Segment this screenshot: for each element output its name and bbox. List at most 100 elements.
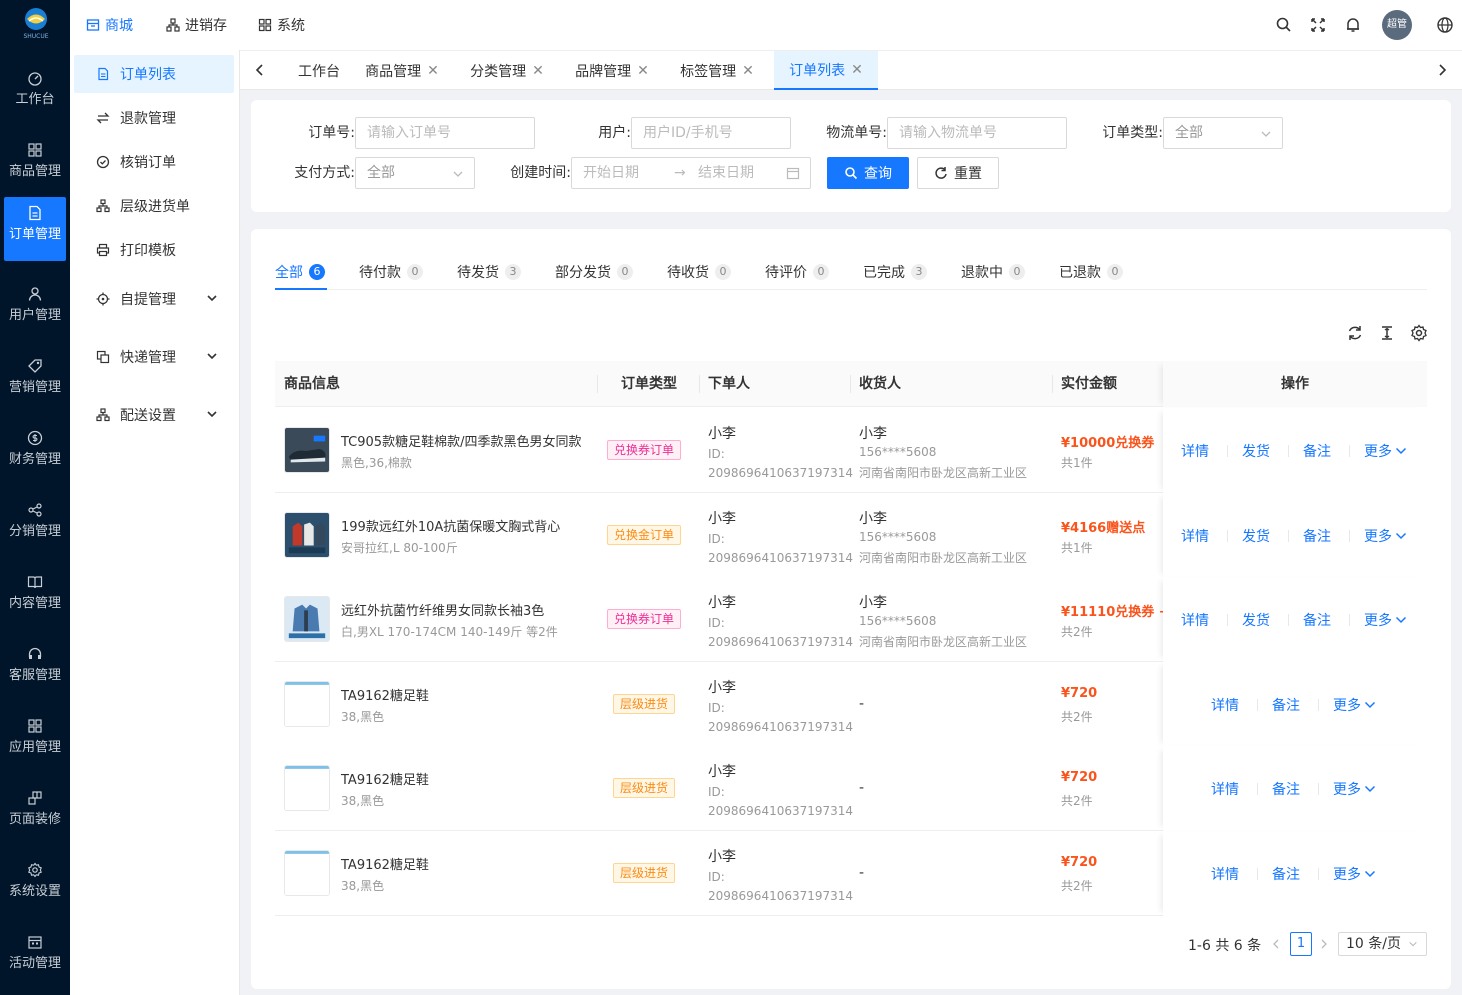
nav-item-13[interactable]: 活动管理	[4, 926, 66, 990]
pay-select[interactable]: 全部	[355, 157, 475, 189]
chevron-right-icon[interactable]	[1434, 62, 1450, 78]
status-tab-9[interactable]: 已退款 0	[1059, 257, 1123, 287]
status-tab-2[interactable]: 待付款 0	[359, 257, 423, 287]
remark-link[interactable]: 备注	[1303, 441, 1331, 461]
detail-link[interactable]: 详情	[1181, 610, 1209, 630]
product-thumbnail[interactable]	[284, 511, 330, 558]
detail-link[interactable]: 详情	[1181, 441, 1209, 461]
nav-item-6[interactable]: 财务管理	[4, 422, 66, 486]
more-link[interactable]: 更多	[1364, 610, 1407, 630]
nav-item-10[interactable]: 应用管理	[4, 710, 66, 774]
page-1-button[interactable]: 1	[1290, 932, 1312, 956]
close-icon[interactable]: ✕	[532, 63, 544, 79]
logistics-input[interactable]	[887, 117, 1067, 149]
prev-page-icon[interactable]	[1270, 937, 1282, 951]
more-link[interactable]: 更多	[1333, 779, 1376, 799]
tab-1[interactable]: 工作台	[284, 51, 354, 90]
nav-item-5[interactable]: 营销管理	[4, 350, 66, 414]
fullscreen-icon[interactable]	[1309, 16, 1327, 34]
end-date-input[interactable]: 结束日期	[698, 158, 754, 188]
order-no-input[interactable]	[355, 117, 535, 149]
product-name[interactable]: TC905款糖足鞋棉款/四季款黑色男女同款	[341, 431, 581, 450]
close-icon[interactable]: ✕	[427, 63, 439, 79]
product-thumbnail[interactable]	[284, 680, 330, 727]
tab-4[interactable]: 品牌管理 ✕	[568, 51, 656, 90]
tab-6[interactable]: 订单列表 ✕	[774, 51, 878, 90]
ship-link[interactable]: 发货	[1242, 610, 1270, 630]
topmenu-mall[interactable]: 商城	[86, 0, 133, 50]
submenu-item-8[interactable]: 配送设置	[74, 396, 234, 434]
refresh-icon[interactable]	[1346, 324, 1364, 342]
status-tab-4[interactable]: 部分发货 0	[555, 257, 633, 287]
nav-item-12[interactable]: 系统设置	[4, 854, 66, 918]
page-size-select[interactable]: 10 条/页	[1338, 932, 1427, 956]
submenu-item-1[interactable]: 订单列表	[74, 55, 234, 93]
remark-link[interactable]: 备注	[1303, 526, 1331, 546]
remark-link[interactable]: 备注	[1272, 864, 1300, 884]
detail-link[interactable]: 详情	[1211, 864, 1239, 884]
product-thumbnail[interactable]	[284, 596, 330, 643]
date-range-picker[interactable]: 开始日期 → 结束日期	[571, 157, 811, 189]
more-link[interactable]: 更多	[1333, 864, 1376, 884]
column-height-icon[interactable]	[1378, 324, 1396, 342]
nav-item-11[interactable]: 页面装修	[4, 782, 66, 846]
order-type-select[interactable]: 全部	[1163, 117, 1283, 149]
chevron-left-icon[interactable]	[252, 62, 268, 78]
topmenu-system[interactable]: 系统	[258, 0, 305, 50]
product-name[interactable]: TA9162糖足鞋	[341, 854, 429, 873]
nav-item-4[interactable]: 用户管理	[4, 278, 66, 342]
tab-2[interactable]: 商品管理 ✕	[358, 51, 446, 90]
gear-icon[interactable]	[1410, 324, 1428, 342]
detail-link[interactable]: 详情	[1211, 695, 1239, 715]
product-name[interactable]: 远红外抗菌竹纤维男女同款长袖3色	[341, 600, 544, 619]
nav-item-7[interactable]: 分销管理	[4, 494, 66, 558]
product-thumbnail[interactable]	[284, 850, 330, 896]
reset-button[interactable]: 重置	[917, 157, 999, 189]
status-tab-7[interactable]: 已完成 3	[863, 257, 927, 287]
avatar[interactable]: 超管	[1382, 10, 1412, 40]
close-icon[interactable]: ✕	[851, 62, 863, 78]
close-icon[interactable]: ✕	[637, 63, 649, 79]
more-link[interactable]: 更多	[1364, 526, 1407, 546]
status-tab-8[interactable]: 退款中 0	[961, 257, 1025, 287]
search-icon[interactable]	[1275, 16, 1293, 34]
submenu-item-3[interactable]: 核销订单	[74, 143, 234, 181]
nav-item-2[interactable]: 商品管理	[4, 134, 66, 198]
product-name[interactable]: 199款远红外10A抗菌保暖文胸式背心	[341, 516, 560, 535]
remark-link[interactable]: 备注	[1272, 695, 1300, 715]
detail-link[interactable]: 详情	[1181, 526, 1209, 546]
remark-link[interactable]: 备注	[1303, 610, 1331, 630]
nav-item-1[interactable]: 工作台	[4, 62, 66, 126]
submenu-item-2[interactable]: 退款管理	[74, 99, 234, 137]
next-page-icon[interactable]	[1318, 937, 1330, 951]
status-tab-6[interactable]: 待评价 0	[765, 257, 829, 287]
nav-item-3[interactable]: 订单管理	[4, 197, 66, 261]
product-name[interactable]: TA9162糖足鞋	[341, 769, 429, 788]
more-link[interactable]: 更多	[1333, 695, 1376, 715]
ship-link[interactable]: 发货	[1242, 526, 1270, 546]
remark-link[interactable]: 备注	[1272, 779, 1300, 799]
status-tab-3[interactable]: 待发货 3	[457, 257, 521, 287]
submenu-item-4[interactable]: 层级进货单	[74, 187, 234, 225]
submenu-item-6[interactable]: 自提管理	[74, 280, 234, 318]
topmenu-inventory[interactable]: 进销存	[166, 0, 227, 50]
close-icon[interactable]: ✕	[742, 63, 754, 79]
ship-link[interactable]: 发货	[1242, 441, 1270, 461]
status-tab-1[interactable]: 全部 6	[275, 257, 325, 287]
more-link[interactable]: 更多	[1364, 441, 1407, 461]
submenu-item-7[interactable]: 快递管理	[74, 338, 234, 376]
submenu-item-5[interactable]: 打印模板	[74, 231, 234, 269]
query-button[interactable]: 查询	[827, 157, 909, 189]
bell-icon[interactable]	[1344, 16, 1362, 34]
product-name[interactable]: TA9162糖足鞋	[341, 685, 429, 704]
tab-5[interactable]: 标签管理 ✕	[673, 51, 761, 90]
nav-item-8[interactable]: 内容管理	[4, 566, 66, 630]
status-tab-5[interactable]: 待收货 0	[667, 257, 731, 287]
detail-link[interactable]: 详情	[1211, 779, 1239, 799]
globe-icon[interactable]	[1436, 16, 1454, 34]
user-input[interactable]	[631, 117, 791, 149]
start-date-input[interactable]: 开始日期	[583, 165, 639, 181]
nav-item-9[interactable]: 客服管理	[4, 638, 66, 702]
product-thumbnail[interactable]	[284, 765, 330, 812]
tab-3[interactable]: 分类管理 ✕	[463, 51, 551, 90]
